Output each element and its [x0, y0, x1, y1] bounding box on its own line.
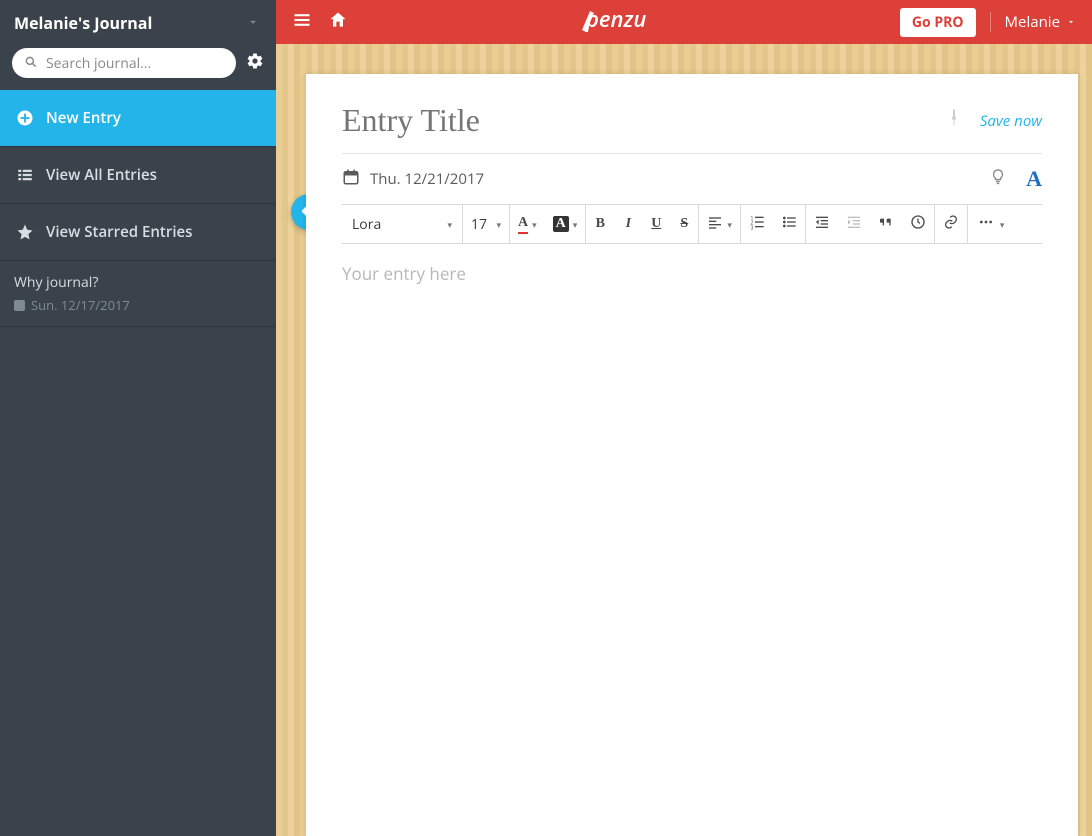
plus-circle-icon — [16, 109, 34, 127]
indent-icon — [846, 214, 862, 235]
entry-date-picker[interactable]: Thu. 12/21/2017 — [342, 168, 484, 191]
prompt-button[interactable] — [990, 168, 1006, 191]
underline-icon: U — [651, 216, 661, 232]
lock-icon — [14, 300, 25, 311]
ordered-list-icon: 123 — [749, 214, 765, 235]
entry-body-placeholder: Your entry here — [342, 262, 466, 285]
font-family-value: Lora — [352, 215, 381, 234]
svg-text:2: 2 — [750, 218, 753, 226]
entry-title-input[interactable] — [342, 102, 946, 139]
font-family-select[interactable]: Lora ▾ — [342, 205, 462, 243]
sidebar-item-label: New Entry — [46, 108, 121, 128]
ordered-list-button[interactable]: 123 — [741, 205, 773, 243]
chevron-down-icon — [246, 12, 260, 34]
bold-icon: B — [596, 216, 605, 232]
list-icon — [16, 166, 34, 184]
outdent-icon — [814, 214, 830, 235]
align-button[interactable]: ▾ — [699, 205, 740, 243]
highlight-color-button[interactable]: A ▾ — [545, 205, 586, 243]
home-icon — [328, 10, 348, 35]
align-left-icon — [707, 214, 723, 235]
outdent-button[interactable] — [806, 205, 838, 243]
entry-list-item-date: Sun. 12/17/2017 — [31, 296, 130, 314]
unordered-list-icon — [781, 214, 797, 235]
highlight-icon: A — [553, 216, 569, 232]
underline-button[interactable]: U — [642, 205, 670, 243]
save-now-link[interactable]: Save now — [980, 111, 1042, 131]
caret-down-icon: ▾ — [573, 218, 578, 231]
sidebar-item-view-all[interactable]: View All Entries — [0, 147, 276, 204]
text-color-button[interactable]: A ▾ — [510, 205, 545, 243]
sidebar-item-label: View Starred Entries — [46, 222, 192, 242]
search-icon — [24, 52, 38, 74]
strikethrough-icon: S — [680, 216, 688, 232]
pin-icon[interactable] — [946, 108, 962, 133]
star-icon — [16, 223, 34, 241]
font-size-value: 17 — [471, 215, 487, 234]
insert-time-button[interactable] — [902, 205, 934, 243]
entry-paper: Save now Thu. 12/21/2017 — [306, 74, 1078, 836]
user-menu[interactable]: Melanie — [990, 12, 1076, 32]
editor-toolbar: Lora ▾ 17 ▾ A ▾ — [342, 204, 1042, 244]
journal-title: Melanie's Journal — [14, 12, 152, 34]
lightbulb-icon — [990, 169, 1006, 191]
caret-down-icon: ▾ — [532, 218, 537, 231]
caret-down-icon: ▾ — [447, 218, 452, 231]
caret-down-icon: ▾ — [496, 218, 501, 231]
sidebar-item-new-entry[interactable]: New Entry — [0, 90, 276, 147]
entry-list-item[interactable]: Why journal? Sun. 12/17/2017 — [0, 261, 276, 327]
journal-picker[interactable]: Melanie's Journal — [0, 0, 276, 48]
logo-text: penzu — [585, 5, 646, 34]
gear-icon — [246, 52, 264, 75]
strikethrough-button[interactable]: S — [670, 205, 698, 243]
caret-down-icon — [1066, 12, 1076, 32]
clock-icon — [910, 214, 926, 235]
text-style-button[interactable]: A — [1026, 166, 1042, 192]
sidebar-item-view-starred[interactable]: View Starred Entries — [0, 204, 276, 261]
search-input[interactable] — [46, 54, 224, 73]
text-color-icon: A — [518, 215, 528, 234]
home-button[interactable] — [328, 10, 348, 35]
entry-list-item-title: Why journal? — [14, 273, 262, 292]
hamburger-icon — [292, 10, 312, 35]
ellipsis-icon — [976, 214, 996, 235]
go-pro-button[interactable]: Go PRO — [900, 8, 976, 37]
caret-down-icon: ▾ — [727, 218, 732, 231]
font-size-select[interactable]: 17 ▾ — [463, 205, 509, 243]
blockquote-button[interactable] — [870, 205, 902, 243]
italic-icon: I — [626, 216, 631, 232]
calendar-icon — [342, 168, 360, 191]
menu-button[interactable] — [292, 10, 312, 35]
search-box[interactable] — [12, 48, 236, 78]
caret-down-icon: ▾ — [1000, 218, 1005, 231]
unordered-list-button[interactable] — [773, 205, 805, 243]
entry-date: Thu. 12/21/2017 — [370, 169, 484, 189]
svg-text:1: 1 — [750, 214, 753, 222]
entry-body-editor[interactable]: Your entry here — [306, 244, 1078, 303]
indent-button[interactable] — [838, 205, 870, 243]
link-icon — [943, 214, 959, 235]
quote-icon — [878, 214, 894, 235]
sidebar-item-label: View All Entries — [46, 165, 157, 185]
svg-text:3: 3 — [750, 223, 753, 230]
italic-button[interactable]: I — [614, 205, 642, 243]
bold-button[interactable]: B — [586, 205, 614, 243]
logo[interactable]: penzu — [576, 5, 672, 39]
user-menu-label: Melanie — [1005, 12, 1060, 32]
topbar: penzu Go PRO Melanie — [276, 0, 1092, 44]
settings-button[interactable] — [246, 52, 264, 75]
more-menu-button[interactable]: ▾ — [968, 205, 1013, 243]
sidebar: Melanie's Journal New Entry — [0, 0, 276, 836]
insert-link-button[interactable] — [935, 205, 967, 243]
